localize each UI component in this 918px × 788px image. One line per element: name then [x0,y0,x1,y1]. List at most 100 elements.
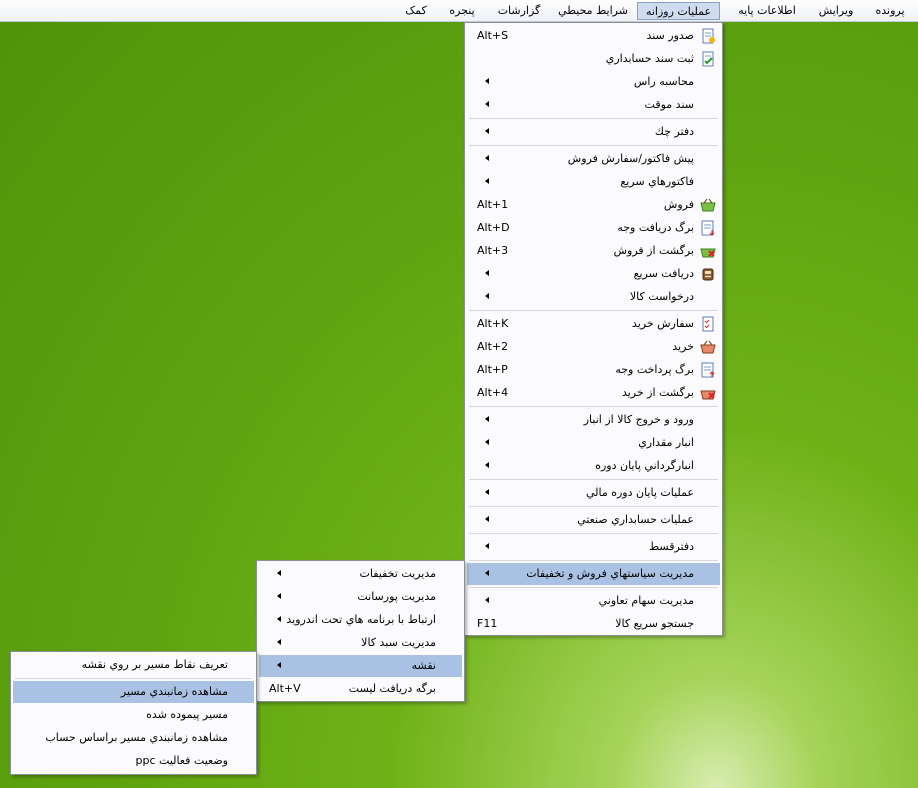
menu-item-quick-goods-search[interactable]: جستجو سريع كالا F11 [467,613,720,635]
menu-item-cooperative-shares[interactable]: مديريت سهام تعاوني [467,590,720,612]
menu-item-label: مشاهده زمانبندي مسير براساس حساب [45,731,228,744]
menu-item-temporary-document[interactable]: سند موقت [467,94,720,116]
menu-item-register-accounting-document[interactable]: ثبت سند حسابداري [467,48,720,70]
menu-item-label: ورود و خروج كالا از انبار [583,413,694,426]
menu-item-warehouse-in-out[interactable]: ورود و خروج كالا از انبار [467,409,720,431]
menu-item-sales-return[interactable]: برگشت از فروش Alt+3 [467,240,720,262]
menu-item-label: محاسبه راس [633,75,694,88]
receipt-icon [700,220,716,236]
document-new-icon [700,28,716,44]
menu-item-label: مديريت سهام تعاوني [598,594,694,607]
menu-item-checkbook[interactable]: دفتر چك [467,121,720,143]
shortcut-label: Alt+3 [477,244,509,257]
submenu-arrow-icon [485,101,489,107]
menu-item-traveled-route[interactable]: مسير پيموده شده [13,704,254,726]
basket-icon [700,197,716,213]
menu-item-payment-slip[interactable]: برگ پرداخت وجه Alt+P [467,359,720,381]
menu-item-discount-management[interactable]: مديريت تخفيفات [259,563,462,585]
shortcut-label: F11 [477,617,498,630]
menu-item-android-connection[interactable]: ارتباط با برنامه هاي تحت اندرويد [259,609,462,631]
menu-separator [469,310,718,311]
menu-item-label: مديريت سياستهاي فروش و تخفيفات [526,567,694,580]
menu-edit[interactable]: ويرايش [810,2,862,20]
document-check-icon [700,51,716,67]
menu-item-commission-management[interactable]: مديريت پورسانت [259,586,462,608]
menu-item-quick-invoices[interactable]: فاكتورهاي سريع [467,171,720,193]
menu-item-label: فروش [663,198,694,211]
menu-item-label: درخواست كالا [629,290,694,303]
menu-item-issue-document[interactable]: صدور سند Alt+S [467,25,720,47]
menu-item-label: سفارش خريد [631,317,694,330]
menu-item-label: برگه دريافت ليست [348,682,436,695]
daily-operations-menu: صدور سند Alt+S ثبت سند حسابداري محاسبه ر… [464,22,723,636]
checklist-icon [700,316,716,332]
submenu-arrow-icon [485,516,489,522]
menu-item-sales[interactable]: فروش Alt+1 [467,194,720,216]
submenu-arrow-icon [485,270,489,276]
menu-item-proforma-sales-order[interactable]: پيش فاكتور/سفارش فروش [467,148,720,170]
sales-policies-submenu: مديريت تخفيفات مديريت پورسانت ارتباط با … [256,560,465,702]
menu-item-label: برگ پرداخت وجه [615,363,694,376]
menu-item-route-schedule-by-account[interactable]: مشاهده زمانبندي مسير براساس حساب [13,727,254,749]
menu-item-label: نقشه [411,659,436,672]
menu-help[interactable]: کمک [396,2,436,20]
menu-item-label: مديريت پورسانت [357,590,436,603]
submenu-arrow-icon [485,543,489,549]
menu-item-label: سند موقت [644,98,694,111]
submenu-arrow-icon [485,293,489,299]
menu-item-label: انبارگرداني پايان دوره [595,459,694,472]
shortcut-label: Alt+K [477,317,509,330]
menu-separator [469,560,718,561]
menu-item-purchase-return[interactable]: برگشت از خريد Alt+4 [467,382,720,404]
menu-reports[interactable]: گزارشات [490,2,548,20]
menu-item-label: جستجو سريع كالا [615,617,694,630]
menu-item-label: برگ دريافت وجه [617,221,694,234]
menu-file[interactable]: پرونده [866,2,914,20]
menu-base-info[interactable]: اطلاعات پايه [728,2,806,20]
menu-separator [469,587,718,588]
menu-item-receipt-slip[interactable]: برگ دريافت وجه Alt+D [467,217,720,239]
menu-environment[interactable]: شرايط محيطي [553,2,633,20]
map-submenu: تعريف نقاط مسير بر روي نقشه مشاهده زمانب… [10,651,257,775]
shortcut-label: Alt+P [477,363,508,376]
menu-item-ppc-activity-status[interactable]: وضعيت فعاليت ppc [13,750,254,772]
menu-item-purchase-order[interactable]: سفارش خريد Alt+K [467,313,720,335]
menu-item-goods-basket-management[interactable]: مديريت سبد كالا [259,632,462,654]
menu-item-label: برگشت از خريد [621,386,694,399]
menu-item-quantity-warehouse[interactable]: انبار مقداري [467,432,720,454]
basket-purchase-return-icon [700,385,716,401]
menu-separator [469,406,718,407]
menu-item-fiscal-period-end[interactable]: عمليات پايان دوره مالي [467,482,720,504]
menu-item-goods-request[interactable]: درخواست كالا [467,286,720,308]
shortcut-label: Alt+S [477,29,509,42]
menu-item-label: دريافت سريع [633,267,694,280]
menu-item-industrial-accounting[interactable]: عمليات حسابداري صنعتي [467,509,720,531]
shortcut-label: Alt+2 [477,340,509,353]
menu-daily-operations[interactable]: عمليات روزانه [637,2,720,20]
menu-separator [469,145,718,146]
menu-window[interactable]: پنجره [440,2,484,20]
menu-item-due-calculation[interactable]: محاسبه راس [467,71,720,93]
menu-item-label: صدور سند [646,29,694,42]
menu-item-define-route-points[interactable]: تعريف نقاط مسير بر روي نقشه [13,654,254,676]
submenu-arrow-icon [485,78,489,84]
menu-item-label: دفترقسط [648,540,694,553]
menu-item-quick-receive[interactable]: دريافت سريع [467,263,720,285]
basket-purchase-icon [700,339,716,355]
menu-item-list-receipt-sheet[interactable]: برگه دريافت ليست Alt+V [259,678,462,700]
submenu-arrow-icon [485,597,489,603]
menu-item-label: مديريت تخفيفات [359,567,436,580]
menu-item-sales-policies-discounts[interactable]: مديريت سياستهاي فروش و تخفيفات [467,563,720,585]
submenu-arrow-icon [485,128,489,134]
menu-item-label: وضعيت فعاليت ppc [135,754,228,767]
menu-separator [469,533,718,534]
menu-item-installment-book[interactable]: دفترقسط [467,536,720,558]
submenu-arrow-icon [277,593,281,599]
menu-item-period-end-inventory[interactable]: انبارگرداني پايان دوره [467,455,720,477]
menu-item-purchase[interactable]: خريد Alt+2 [467,336,720,358]
menu-item-view-route-schedule[interactable]: مشاهده زمانبندي مسير [13,681,254,703]
shortcut-label: Alt+4 [477,386,509,399]
menu-item-label: مسير پيموده شده [146,708,228,721]
menu-item-label: تعريف نقاط مسير بر روي نقشه [81,658,228,671]
menu-item-map[interactable]: نقشه [259,655,462,677]
